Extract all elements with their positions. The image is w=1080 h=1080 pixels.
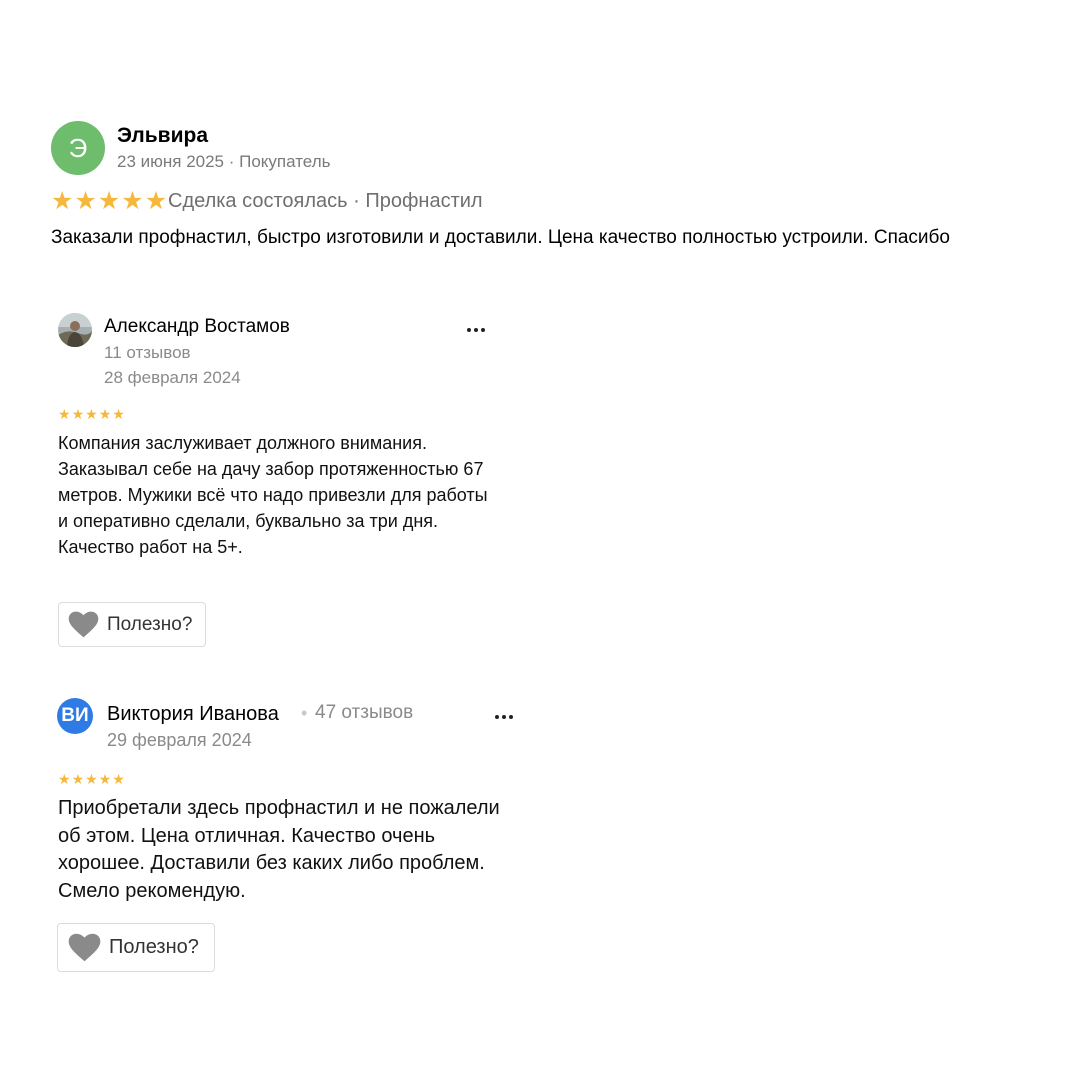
useful-button[interactable]: Полезно? [58, 602, 206, 647]
star-icon: ★ [98, 771, 112, 787]
more-options-icon[interactable] [467, 328, 485, 332]
avatar[interactable]: ВИ [57, 698, 93, 734]
star-icon: ★ [98, 406, 112, 422]
separator-dot: • [301, 703, 308, 723]
star-icon: ★ [74, 187, 97, 215]
star-icon: ★ [71, 771, 85, 787]
more-options-icon[interactable] [495, 715, 513, 719]
star-icon: ★ [112, 406, 125, 422]
review-text: Компания заслуживает должного внимания. … [58, 433, 488, 557]
star-icon: ★ [144, 187, 168, 215]
review-date: 29 февраля 2024 [107, 730, 252, 750]
review-tags: Сделка состоялась · Профнастил [168, 190, 483, 212]
heart-icon [68, 611, 99, 638]
star-icon: ★ [121, 187, 144, 215]
review-date: 28 февраля 2024 [104, 368, 241, 387]
review-author-name[interactable]: Александр Востамов [104, 316, 290, 338]
review-text: Заказали профнастил, быстро изготовили и… [51, 227, 950, 248]
review-author-name[interactable]: Эльвира [117, 124, 208, 148]
star-icon: ★ [85, 771, 98, 787]
star-icon: ★ [85, 406, 98, 422]
avatar: Э [51, 121, 105, 175]
rating-stars: ★ ★ ★ ★ ★ [58, 407, 125, 421]
star-icon: ★ [112, 771, 125, 787]
review-author-name[interactable]: Виктория Иванова [107, 703, 279, 726]
rating-stars: ★ ★ ★ ★ ★ [51, 189, 167, 214]
author-reviews-count: 47 отзывов [315, 702, 414, 723]
star-icon: ★ [51, 187, 74, 215]
rating-stars: ★ ★ ★ ★ ★ [58, 772, 125, 786]
star-icon: ★ [58, 771, 71, 787]
author-reviews-count: 11 отзывов [104, 343, 191, 362]
review-text: Приобретали здесь профнастил и не пожале… [58, 797, 500, 902]
star-icon: ★ [58, 406, 71, 422]
star-icon: ★ [97, 187, 121, 215]
review-meta: 23 июня 2025 · Покупатель [117, 152, 331, 171]
useful-label: Полезно? [109, 936, 199, 958]
useful-button[interactable]: Полезно? [57, 923, 215, 972]
avatar[interactable] [58, 313, 92, 347]
star-icon: ★ [71, 406, 85, 422]
avatar-photo-icon [58, 313, 92, 347]
useful-label: Полезно? [107, 613, 193, 635]
heart-icon [68, 933, 101, 962]
